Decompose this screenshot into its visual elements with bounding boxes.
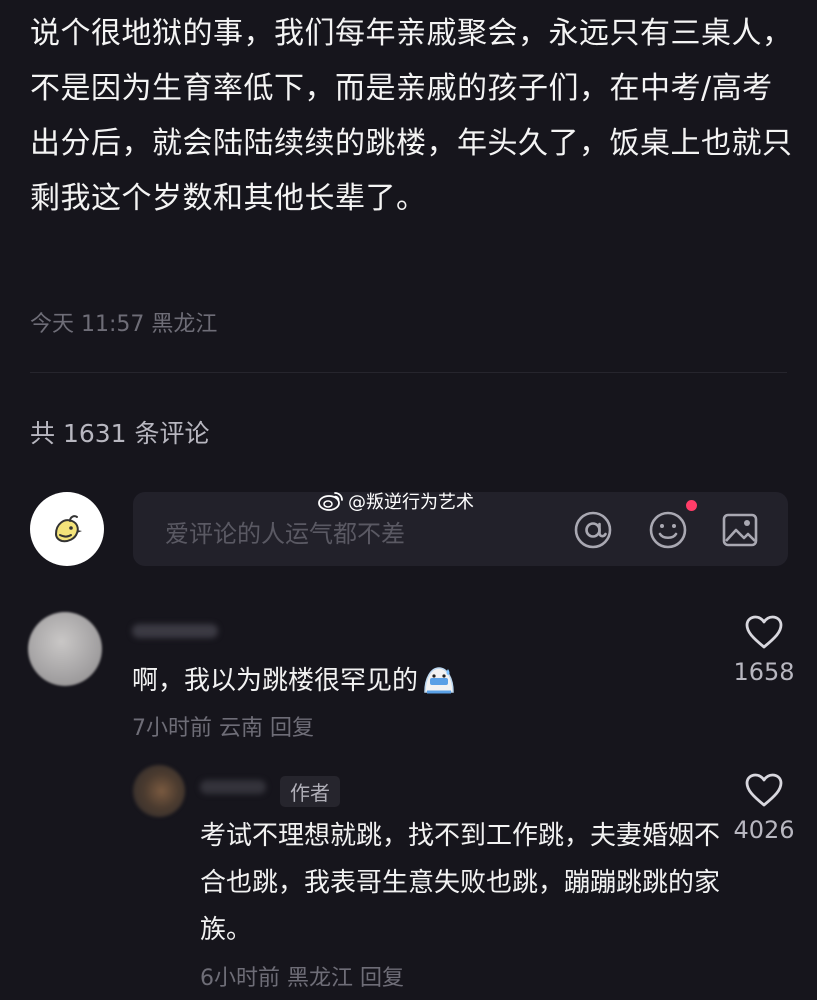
sweating-emoji	[424, 666, 454, 693]
comment-count: 共 1631 条评论	[30, 419, 210, 448]
post-meta: 今天 11:57 黑龙江	[30, 312, 218, 337]
like-button[interactable]: 4026	[724, 772, 804, 844]
heart-icon[interactable]	[744, 772, 784, 808]
like-count: 1658	[733, 658, 795, 686]
post-text: 说个很地狱的事，我们每年亲戚聚会，永远只有三桌人，不是因为生育率低下，而是亲戚的…	[30, 16, 793, 216]
at-icon[interactable]	[573, 510, 613, 550]
author-badge: 作者	[280, 776, 340, 807]
divider	[30, 372, 787, 373]
comment-text: 啊，我以为跳楼很罕见的	[132, 660, 456, 697]
comment-text-content: 啊，我以为跳楼很罕见的	[132, 666, 419, 696]
reply-meta: 6小时前 黑龙江 回复	[200, 966, 404, 991]
heart-icon[interactable]	[744, 614, 784, 650]
watermark: @叛逆行为艺术	[318, 488, 474, 514]
bird-icon	[54, 515, 82, 543]
like-button[interactable]: 1658	[724, 614, 804, 686]
username-blurred[interactable]	[132, 624, 218, 638]
image-icon[interactable]	[720, 510, 760, 550]
avatar[interactable]	[28, 612, 102, 686]
avatar[interactable]	[133, 765, 185, 817]
like-count: 4026	[733, 816, 795, 844]
weibo-logo-icon	[318, 492, 343, 511]
watermark-text: @叛逆行为艺术	[348, 492, 474, 513]
notification-dot	[686, 500, 697, 511]
avatar[interactable]	[30, 492, 104, 566]
emoji-icon[interactable]	[648, 510, 688, 550]
comment-input-placeholder: 爱评论的人运气都不差	[165, 520, 405, 548]
username-blurred[interactable]	[200, 780, 266, 794]
comment-meta: 7小时前 云南 回复	[132, 716, 314, 741]
reply-text: 考试不理想就跳，找不到工作跳，夫妻婚姻不合也跳，我表哥生意失败也跳，蹦蹦跳跳的家…	[200, 821, 721, 945]
